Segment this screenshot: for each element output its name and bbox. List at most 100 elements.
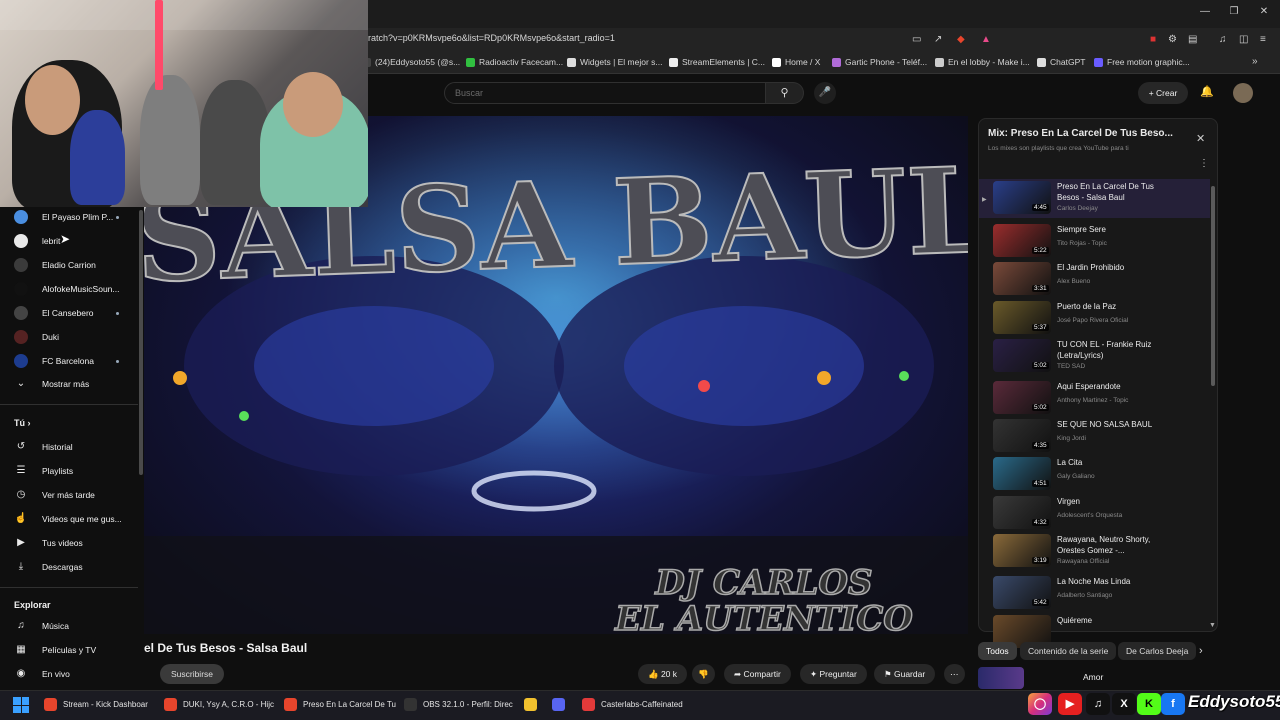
playlist-item[interactable]: 4:32 Virgen Adolescent's Orquesta bbox=[993, 496, 1209, 532]
playlist-thumbnail: 5:37 bbox=[993, 301, 1051, 334]
restore-icon[interactable]: ❐ bbox=[1227, 6, 1241, 17]
more-vertical-icon[interactable]: ⋮ bbox=[1199, 158, 1209, 169]
media-icon[interactable]: ♫ bbox=[1219, 34, 1227, 45]
avatar[interactable] bbox=[1233, 83, 1253, 103]
duration-badge: 5:02 bbox=[1032, 362, 1049, 369]
bookmark-item[interactable]: ChatGPT bbox=[1037, 57, 1085, 67]
filter-chip[interactable]: De Carlos Deeja bbox=[1118, 642, 1197, 660]
browser-menu-icon[interactable]: ≡ bbox=[1260, 34, 1266, 45]
sidebar-subscription[interactable]: El Payaso Plim P... bbox=[14, 210, 113, 224]
brave-rewards-icon[interactable]: ▲ bbox=[981, 34, 991, 45]
sidebar-item[interactable]: ◉ En vivo bbox=[14, 668, 70, 679]
subscribe-button[interactable]: Suscribirse bbox=[160, 664, 224, 684]
taskbar-app[interactable]: Casterlabs-Caffeinated bbox=[582, 698, 683, 711]
you-heading[interactable]: Tú › bbox=[14, 418, 31, 428]
divider bbox=[0, 587, 138, 588]
bookmark-item[interactable]: Home / X bbox=[772, 57, 820, 67]
tab-search-icon[interactable]: ▤ bbox=[1188, 34, 1197, 45]
playlist-item[interactable]: 3:31 El Jardin Prohibido Alex Bueno bbox=[993, 262, 1209, 298]
sidebar-subscription[interactable]: lebrit bbox=[14, 234, 60, 248]
sidebar-subscription[interactable]: FC Barcelona bbox=[14, 354, 94, 368]
sidebar-item[interactable]: ☝ Videos que me gus... bbox=[14, 513, 122, 524]
taskbar-app[interactable]: OBS 32.1.0 - Perfil: Direc bbox=[404, 698, 513, 711]
taskbar-app[interactable]: Stream - Kick Dashboar bbox=[44, 698, 148, 711]
playlist-item[interactable]: 4:35 SE QUE NO SALSA BAUL King Jordi bbox=[993, 419, 1209, 455]
sidebar-item[interactable]: ♫ Música bbox=[14, 620, 69, 631]
playlist-item[interactable]: 4:51 La Cita Galy Galiano bbox=[993, 457, 1209, 493]
share-button[interactable]: ➦ Compartir bbox=[724, 664, 791, 684]
bookmark-item[interactable]: StreamElements | C... bbox=[669, 57, 765, 67]
playlist-item[interactable]: 4:45 Preso En La Carcel De Tus Besos - Sa… bbox=[993, 181, 1209, 217]
playlist-item[interactable]: 5:02 Aqui Esperandote Anthony Martinez - T… bbox=[993, 381, 1209, 417]
search-button[interactable]: ⚲ bbox=[766, 82, 804, 104]
duration-badge: 5:22 bbox=[1032, 247, 1049, 254]
next-item-title[interactable]: Amor bbox=[1083, 672, 1103, 682]
playlist-scrollbar[interactable] bbox=[1211, 186, 1215, 386]
playlist-item-channel: Adolescent's Orquesta bbox=[1057, 512, 1123, 519]
bookmark-favicon-icon bbox=[772, 57, 781, 67]
sidebar-subscription[interactable]: Duki bbox=[14, 330, 59, 344]
close-icon[interactable]: ✕ bbox=[1196, 132, 1205, 145]
url-text[interactable]: ratch?v=p0KRMsvpe6o&list=RDp0KRMsvpe6o&s… bbox=[368, 33, 615, 43]
thumbs-up-icon: 👍 bbox=[648, 669, 661, 679]
extension-icon[interactable]: ■ bbox=[1150, 34, 1156, 45]
search-input[interactable]: Buscar bbox=[444, 82, 766, 104]
share-page-icon[interactable]: ↗ bbox=[934, 34, 942, 45]
dislike-button[interactable]: 👎 bbox=[692, 664, 715, 684]
sidebar-toggle-icon[interactable]: ◫ bbox=[1239, 34, 1248, 45]
bookmark-item[interactable]: Free motion graphic... bbox=[1094, 57, 1190, 67]
like-count: 20 k bbox=[660, 669, 678, 679]
sidebar-item-label: Películas y TV bbox=[42, 644, 97, 655]
brave-shield-icon[interactable]: ◆ bbox=[957, 34, 965, 45]
filter-chip[interactable]: Todos bbox=[978, 642, 1017, 660]
like-button[interactable]: 👍 20 k bbox=[638, 664, 688, 684]
bookmark-item[interactable]: En el lobby - Make i... bbox=[935, 57, 1030, 67]
close-window-icon[interactable]: ✕ bbox=[1257, 6, 1271, 17]
playlist-item[interactable]: 3:19 Rawayana, Neutro Shorty, Orestes Gom… bbox=[993, 534, 1209, 570]
bookmarks-overflow-icon[interactable]: » bbox=[1252, 56, 1258, 67]
taskbar-app[interactable]: Preso En La Carcel De Tu bbox=[284, 698, 396, 711]
notifications-icon[interactable]: 🔔 bbox=[1200, 85, 1214, 98]
taskbar-app[interactable] bbox=[524, 698, 537, 711]
voice-search-button[interactable]: 🎤 bbox=[814, 82, 836, 104]
show-more-button[interactable]: ⌄ Mostrar más bbox=[14, 378, 89, 389]
sidebar-item[interactable]: ◷ Ver más tarde bbox=[14, 489, 95, 500]
next-item-thumbnail[interactable] bbox=[978, 667, 1024, 689]
playlist-thumbnail: 3:31 bbox=[993, 262, 1051, 295]
filter-chip[interactable]: Contenido de la serie bbox=[1020, 642, 1117, 660]
channel-avatar bbox=[14, 330, 28, 344]
more-actions-button[interactable]: ⋯ bbox=[944, 664, 965, 684]
playlist-item-title: La Noche Mas Linda bbox=[1057, 577, 1131, 586]
playlist-item[interactable]: 5:37 Puerto de la Paz José Papo Rivera Ofi… bbox=[993, 301, 1209, 337]
playlist-item[interactable]: 5:22 Siempre Sere Tito Rojas - Topic bbox=[993, 224, 1209, 260]
sidebar-item[interactable]: ↺ Historial bbox=[14, 441, 73, 452]
sidebar-scrollbar[interactable] bbox=[139, 210, 143, 475]
channel-avatar bbox=[14, 234, 28, 248]
sidebar-item[interactable]: ☰ Playlists bbox=[14, 465, 74, 476]
bookmark-item[interactable]: (24)Eddysoto55 (@s... bbox=[362, 57, 460, 67]
mouse-cursor-icon: ➤ bbox=[60, 232, 71, 246]
sidebar-item[interactable]: ⤓ Descargas bbox=[14, 561, 83, 572]
sidebar-subscription[interactable]: El Cansebero bbox=[14, 306, 94, 320]
sidebar-item[interactable]: ▦ Películas y TV bbox=[14, 644, 96, 655]
playlist-item[interactable]: 5:42 La Noche Mas Linda Adalberto Santiago bbox=[993, 576, 1209, 612]
taskbar-app[interactable]: DUKI, Ysy A, C.R.O - Hijc bbox=[164, 698, 274, 711]
bookmark-item[interactable]: Widgets | El mejor s... bbox=[567, 57, 663, 67]
ask-button[interactable]: ✦ Preguntar bbox=[800, 664, 867, 684]
minimize-icon[interactable]: — bbox=[1198, 6, 1212, 17]
bookmark-item[interactable]: Gartic Phone - Teléf... bbox=[832, 57, 927, 67]
scroll-down-icon[interactable]: ▼ bbox=[1209, 622, 1216, 629]
windows-start-icon[interactable] bbox=[13, 697, 29, 713]
sidebar-subscription[interactable]: AlofokeMusicSoun... bbox=[14, 282, 119, 296]
cast-icon[interactable]: ▭ bbox=[912, 34, 921, 45]
sidebar-subscription[interactable]: Eladio Carrion bbox=[14, 258, 96, 272]
extensions-puzzle-icon[interactable]: ⚙ bbox=[1168, 34, 1177, 45]
playlist-item-title: Rawayana, Neutro Shorty, Orestes Gomez -… bbox=[1057, 535, 1151, 555]
chips-next-icon[interactable]: › bbox=[1199, 645, 1203, 657]
save-button[interactable]: ⚑ Guardar bbox=[874, 664, 936, 684]
sidebar-item[interactable]: ▶ Tus videos bbox=[14, 537, 83, 548]
playlist-item[interactable]: 5:02 TU CON EL - Frankie Ruiz (Letra/Lyri… bbox=[993, 339, 1209, 375]
create-button[interactable]: + Crear bbox=[1138, 82, 1188, 104]
taskbar-app[interactable] bbox=[552, 698, 565, 711]
bookmark-item[interactable]: Radioactiv Facecam... bbox=[466, 57, 563, 67]
